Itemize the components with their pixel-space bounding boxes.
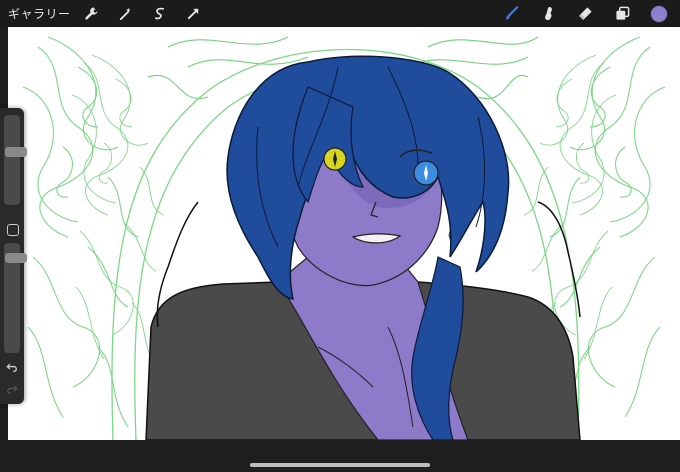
brush-size-slider[interactable]	[4, 115, 27, 205]
right-tool-group	[500, 0, 680, 27]
brush-size-thumb[interactable]	[5, 147, 27, 157]
brush-opacity-slider[interactable]	[4, 243, 27, 353]
selection-button[interactable]	[149, 3, 171, 25]
brush-tool-button[interactable]	[500, 3, 522, 25]
selection-icon	[154, 7, 165, 20]
ornament-left-sketch	[22, 36, 139, 428]
transform-button[interactable]	[183, 3, 205, 25]
wrench-icon	[85, 7, 98, 20]
color-swatch-button[interactable]	[650, 4, 668, 23]
layers-button[interactable]	[611, 3, 633, 25]
left-sidebar	[0, 108, 27, 404]
procreate-app: ギャラリー	[0, 0, 680, 472]
right-hand-sketch	[537, 201, 581, 318]
actions-wrench-button[interactable]	[81, 3, 103, 25]
artwork	[22, 36, 666, 440]
adjustments-button[interactable]	[115, 3, 137, 25]
transform-arrow-icon	[187, 8, 199, 20]
bottom-bar	[0, 440, 680, 472]
home-indicator[interactable]	[250, 463, 430, 467]
drawing-canvas[interactable]	[8, 27, 680, 440]
redo-icon	[7, 385, 18, 394]
undo-button[interactable]	[5, 360, 19, 374]
layers-icon	[615, 6, 629, 20]
undo-icon	[6, 363, 17, 372]
top-toolbar: ギャラリー	[0, 0, 680, 27]
eraser-tool-button[interactable]	[574, 3, 596, 25]
magic-wand-icon	[119, 7, 131, 21]
smudge-icon	[544, 6, 552, 21]
eraser-icon	[578, 7, 592, 21]
redo-button[interactable]	[5, 382, 19, 396]
smudge-tool-button[interactable]	[537, 3, 559, 25]
ornament-left-sketch-2	[71, 54, 165, 368]
modify-square-icon[interactable]	[7, 224, 19, 236]
gallery-button[interactable]: ギャラリー	[8, 5, 71, 22]
brush-icon	[505, 6, 518, 20]
brush-opacity-thumb[interactable]	[5, 253, 27, 263]
